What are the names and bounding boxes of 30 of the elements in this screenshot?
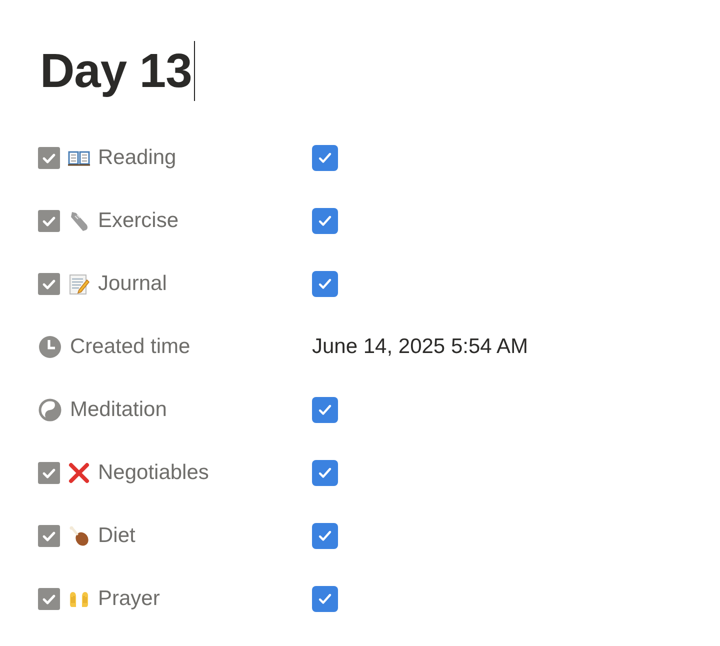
checkbox[interactable] bbox=[312, 522, 338, 548]
checkbox-icon bbox=[38, 524, 60, 546]
page-title[interactable]: Day 13 bbox=[40, 44, 192, 98]
checkbox[interactable] bbox=[312, 460, 338, 486]
property-label[interactable]: Created time bbox=[70, 334, 190, 358]
property-label[interactable]: Journal bbox=[98, 272, 167, 296]
yin-yang-icon bbox=[38, 398, 62, 422]
checkbox[interactable] bbox=[312, 270, 338, 296]
drumstick-icon bbox=[68, 524, 90, 546]
checkbox[interactable] bbox=[312, 144, 338, 170]
checkbox-icon bbox=[38, 210, 60, 232]
clock-icon bbox=[38, 334, 62, 358]
cross-icon bbox=[68, 462, 90, 484]
property-label[interactable]: Prayer bbox=[98, 586, 160, 610]
property-label[interactable]: Negotiables bbox=[98, 460, 209, 484]
sneaker-icon bbox=[68, 210, 90, 232]
checkbox-icon bbox=[38, 588, 60, 610]
memo-icon bbox=[68, 272, 90, 294]
date-value: June 14, 2025 5:54 AM bbox=[312, 334, 528, 358]
property-label[interactable]: Reading bbox=[98, 146, 176, 170]
text-cursor bbox=[194, 41, 196, 101]
property-label[interactable]: Diet bbox=[98, 524, 136, 548]
property-label[interactable]: Exercise bbox=[98, 208, 179, 232]
checkbox-icon bbox=[38, 146, 60, 168]
checkbox[interactable] bbox=[312, 586, 338, 612]
checkbox[interactable] bbox=[312, 208, 338, 234]
checkbox-icon bbox=[38, 462, 60, 484]
checkbox-icon bbox=[38, 272, 60, 294]
property-label[interactable]: Meditation bbox=[70, 398, 167, 422]
checkbox[interactable] bbox=[312, 396, 338, 422]
